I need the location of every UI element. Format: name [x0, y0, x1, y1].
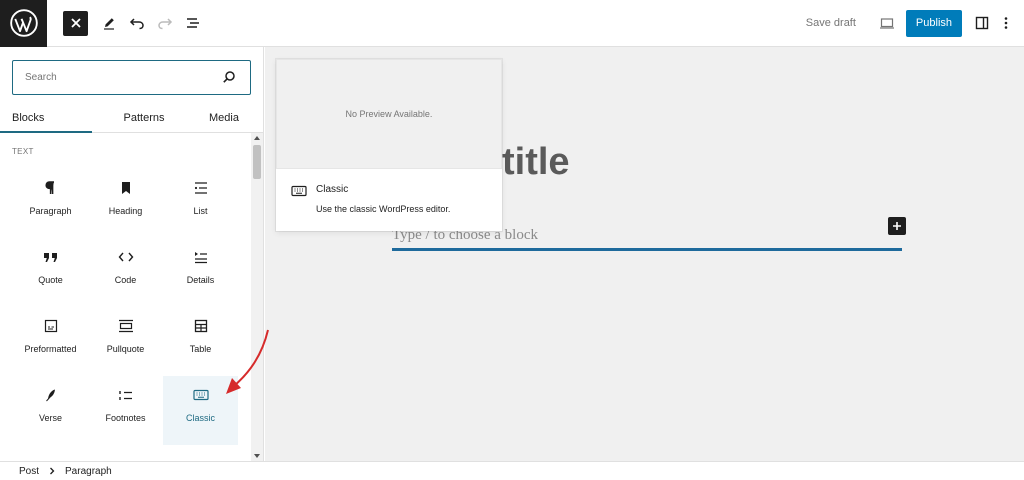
bookmark-icon [117, 179, 135, 197]
block-quote[interactable]: Quote [13, 238, 88, 307]
header-settings: Save draft Publish [806, 0, 1024, 47]
block-heading[interactable]: Heading [88, 169, 163, 238]
table-icon [192, 317, 210, 335]
tab-media[interactable]: Media [184, 103, 264, 132]
list-icon [192, 179, 210, 197]
inserter-search [12, 60, 251, 95]
code-icon [117, 248, 135, 266]
search-input[interactable] [25, 72, 205, 83]
block-footnotes[interactable]: Footnotes [88, 376, 163, 445]
feather-icon [42, 386, 60, 404]
block-paragraph[interactable]: Paragraph [13, 169, 88, 238]
inserter-tabs: Blocks Patterns Media [0, 103, 264, 133]
wordpress-logo-icon[interactable] [0, 0, 47, 47]
inserter-scrollbar[interactable] [251, 133, 263, 461]
plus-icon [893, 222, 901, 230]
keyboard-icon [291, 185, 307, 197]
tools-button[interactable] [96, 10, 122, 36]
breadcrumb-paragraph[interactable]: Paragraph [65, 466, 112, 477]
undo-icon [129, 18, 144, 30]
preview-block-description: Use the classic WordPress editor. [316, 204, 451, 214]
sidebar-toggle-icon [975, 16, 989, 30]
more-vertical-icon [1004, 17, 1008, 29]
paragraph-icon [42, 179, 60, 197]
undo-button[interactable] [124, 10, 150, 36]
block-verse[interactable]: Verse [13, 376, 88, 445]
block-breadcrumb: Post Paragraph [0, 461, 1024, 480]
publish-button[interactable]: Publish [905, 9, 962, 37]
post-title[interactable]: title [502, 141, 570, 184]
block-preformatted[interactable]: Preformatted [13, 307, 88, 376]
quote-icon [42, 248, 60, 266]
preview-area: No Preview Available. [276, 59, 502, 169]
settings-sidebar-button[interactable] [970, 10, 994, 36]
block-pullquote[interactable]: Pullquote [88, 307, 163, 376]
preview-block-name: Classic [316, 184, 349, 195]
keyboard-icon [192, 386, 210, 404]
block-code[interactable]: Code [88, 238, 163, 307]
close-inserter-button[interactable] [63, 10, 88, 36]
scroll-up-arrow-icon[interactable] [254, 136, 260, 140]
preformatted-icon [42, 317, 60, 335]
details-icon [192, 248, 210, 266]
pencil-icon [104, 18, 114, 30]
breadcrumb-post[interactable]: Post [19, 466, 39, 477]
scrollbar-thumb[interactable] [253, 145, 261, 179]
editor-header: Save draft Publish [0, 0, 1024, 47]
editor-canvas: title Type / to choose a block No Previe… [265, 47, 1024, 461]
tab-patterns[interactable]: Patterns [92, 103, 184, 132]
desktop-preview-icon [879, 17, 894, 29]
scroll-down-arrow-icon[interactable] [254, 454, 260, 458]
redo-icon [158, 18, 173, 30]
options-menu-button[interactable] [994, 10, 1018, 36]
block-classic[interactable]: Classic [163, 376, 238, 445]
save-draft-button[interactable]: Save draft [806, 17, 856, 29]
add-block-button[interactable] [888, 217, 906, 235]
close-icon [70, 18, 81, 28]
block-inserter-panel: Blocks Patterns Media TEXT Paragraph Hea… [0, 47, 264, 461]
list-view-icon [187, 18, 199, 28]
block-list-item[interactable]: List [163, 169, 238, 238]
preview-button[interactable] [874, 10, 900, 36]
chevron-right-icon [49, 467, 55, 475]
block-preview-popover: No Preview Available. Classic Use the cl… [276, 59, 502, 231]
block-table[interactable]: Table [163, 307, 238, 376]
tab-blocks[interactable]: Blocks [0, 103, 92, 133]
category-heading: TEXT [12, 147, 34, 156]
footnotes-icon [117, 386, 135, 404]
redo-button[interactable] [152, 10, 178, 36]
pullquote-icon [117, 317, 135, 335]
block-details[interactable]: Details [163, 238, 238, 307]
search-icon [223, 71, 235, 83]
document-overview-button[interactable] [180, 10, 206, 36]
